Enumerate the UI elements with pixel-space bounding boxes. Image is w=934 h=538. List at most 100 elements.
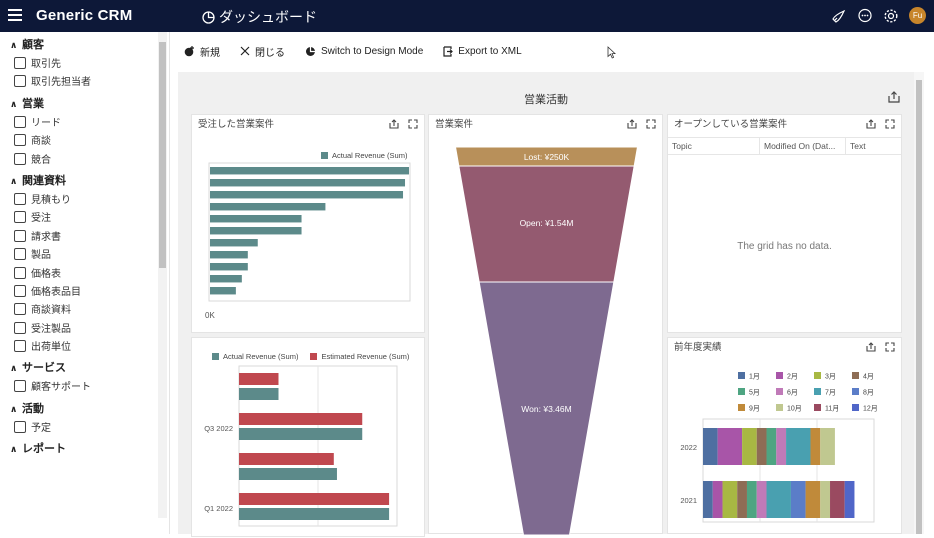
stacked-segment bbox=[810, 428, 821, 465]
entity-icon bbox=[14, 75, 26, 88]
sidebar-item[interactable]: 予定 bbox=[0, 420, 169, 438]
bar-estimated bbox=[239, 453, 334, 465]
legend-label: 3月 bbox=[825, 373, 836, 381]
quarter-revenue-panel: Actual Revenue (Sum) Estimated Revenue (… bbox=[191, 337, 425, 537]
sidebar-item-label: 受注製品 bbox=[31, 323, 71, 335]
share-icon[interactable] bbox=[866, 119, 876, 129]
legend-swatch bbox=[738, 388, 745, 395]
tick-label: 2022 bbox=[680, 443, 697, 452]
design-mode-button[interactable]: Switch to Design Mode bbox=[305, 46, 423, 57]
legend-swatch bbox=[776, 404, 783, 411]
stacked-segment bbox=[820, 428, 835, 465]
sidebar-item[interactable]: 価格表品目 bbox=[0, 284, 169, 302]
sidebar-group-header[interactable]: ∧ 顧客 bbox=[0, 34, 169, 56]
sidebar-item[interactable]: 取引先 bbox=[0, 56, 169, 74]
export-xml-button[interactable]: Export to XML bbox=[443, 45, 522, 57]
sidebar-item[interactable]: 商談 bbox=[0, 133, 169, 151]
chevron-up-icon: ∧ bbox=[10, 175, 18, 186]
gear-icon[interactable] bbox=[883, 8, 899, 24]
sidebar-item-label: 見積もり bbox=[31, 194, 71, 206]
chevron-up-icon: ∧ bbox=[10, 444, 18, 455]
legend-label: 10月 bbox=[787, 405, 802, 413]
new-dashboard-icon bbox=[184, 45, 194, 56]
chevron-up-icon: ∧ bbox=[10, 40, 18, 50]
stacked-segment bbox=[703, 428, 718, 465]
close-button[interactable]: 閉じる bbox=[240, 44, 285, 59]
stacked-segment bbox=[830, 481, 845, 518]
sidebar-item[interactable]: 競合 bbox=[0, 152, 169, 170]
new-button[interactable]: 新規 bbox=[184, 44, 220, 59]
sidebar-scrollbar[interactable] bbox=[158, 32, 167, 518]
expand-icon[interactable] bbox=[885, 119, 895, 129]
sidebar-group-label: 営業 bbox=[22, 97, 44, 110]
sidebar-item[interactable]: 見積もり bbox=[0, 192, 169, 210]
legend-label: 5月 bbox=[749, 389, 760, 397]
sidebar-item[interactable]: 出荷単位 bbox=[0, 339, 169, 357]
app-name[interactable]: Generic CRM bbox=[36, 7, 132, 24]
bar bbox=[210, 179, 406, 187]
sidebar-group-header[interactable]: ∧ サービス bbox=[0, 357, 169, 379]
empty-grid-message: The grid has no data. bbox=[737, 241, 832, 252]
dashboard-canvas: 営業活動 受注した営業案件 Actual Revenue (Sum) 0K Ac… bbox=[178, 72, 914, 537]
sidebar-item-label: 商談 bbox=[31, 136, 51, 148]
sidebar-item[interactable]: 取引先担当者 bbox=[0, 74, 169, 92]
stacked-segment bbox=[712, 481, 723, 518]
sidebar-item[interactable]: 顧客サポート bbox=[0, 379, 169, 397]
entity-icon bbox=[14, 303, 26, 316]
sidebar-item-label: 取引先担当者 bbox=[31, 77, 91, 89]
export-icon bbox=[443, 45, 454, 57]
sidebar-item[interactable]: 請求書 bbox=[0, 229, 169, 247]
column-header[interactable]: Topic bbox=[668, 138, 760, 154]
funnel-stage-label: Open: ¥1.54M bbox=[520, 218, 574, 228]
bar-actual bbox=[239, 508, 390, 520]
entity-icon bbox=[14, 134, 26, 147]
avatar[interactable]: Fu bbox=[909, 7, 926, 24]
entity-icon bbox=[14, 152, 26, 165]
sidebar-item-label: 請求書 bbox=[31, 231, 61, 243]
column-header[interactable]: Text bbox=[846, 138, 901, 154]
design-mode-icon bbox=[306, 46, 315, 56]
entity-icon bbox=[14, 211, 26, 224]
share-icon[interactable] bbox=[888, 91, 900, 103]
sidebar-item-label: 価格表 bbox=[31, 268, 61, 280]
entity-icon bbox=[14, 266, 26, 279]
stacked-segment bbox=[742, 428, 757, 465]
tick-label: Q1 2022 bbox=[204, 504, 233, 513]
sidebar-item[interactable]: 製品 bbox=[0, 247, 169, 265]
rocket-icon[interactable] bbox=[831, 8, 847, 24]
sidebar-group-header[interactable]: ∧ 活動 bbox=[0, 398, 169, 420]
bar-estimated bbox=[239, 373, 279, 385]
bar bbox=[210, 227, 302, 235]
column-header[interactable]: Modified On (Dat... bbox=[760, 138, 846, 154]
funnel-stage-label: Lost: ¥250K bbox=[524, 152, 570, 162]
sidebar-item[interactable]: 受注製品 bbox=[0, 321, 169, 339]
sidebar-group-header[interactable]: ∧ 関連資料 bbox=[0, 170, 169, 192]
legend-swatch bbox=[776, 372, 783, 379]
sidebar-item[interactable]: 価格表 bbox=[0, 266, 169, 284]
sidebar-item-label: 顧客サポート bbox=[31, 382, 91, 394]
sidebar-item-label: 取引先 bbox=[31, 59, 61, 70]
menu-icon[interactable] bbox=[8, 9, 22, 21]
sidebar-item[interactable]: 受注 bbox=[0, 210, 169, 228]
sidebar-group-label: 関連資料 bbox=[22, 174, 66, 187]
sidebar-group-header[interactable]: ∧ 営業 bbox=[0, 93, 169, 115]
dashboard-icon bbox=[202, 11, 215, 24]
tick-label: 2021 bbox=[680, 496, 697, 505]
sidebar-item-label: 予定 bbox=[31, 422, 51, 434]
legend-label: 4月 bbox=[863, 373, 874, 381]
sidebar-item-label: 製品 bbox=[31, 250, 51, 262]
bar-actual bbox=[239, 468, 337, 480]
page-title-text: ダッシュボード bbox=[219, 9, 317, 25]
stacked-segment bbox=[756, 428, 767, 465]
bar bbox=[210, 263, 248, 271]
stacked-segment bbox=[786, 428, 811, 465]
dashboard-scrollbar[interactable] bbox=[914, 72, 924, 534]
sidebar-item[interactable]: リード bbox=[0, 115, 169, 133]
sidebar-item-label: 出荷単位 bbox=[31, 342, 71, 354]
chevron-up-icon: ∧ bbox=[10, 363, 18, 374]
legend-swatch bbox=[814, 372, 821, 379]
sidebar-group-header[interactable]: ∧ レポート bbox=[0, 438, 169, 460]
chat-icon[interactable] bbox=[857, 8, 873, 24]
legend-label: 9月 bbox=[749, 405, 760, 413]
sidebar-item[interactable]: 商談資料 bbox=[0, 302, 169, 320]
